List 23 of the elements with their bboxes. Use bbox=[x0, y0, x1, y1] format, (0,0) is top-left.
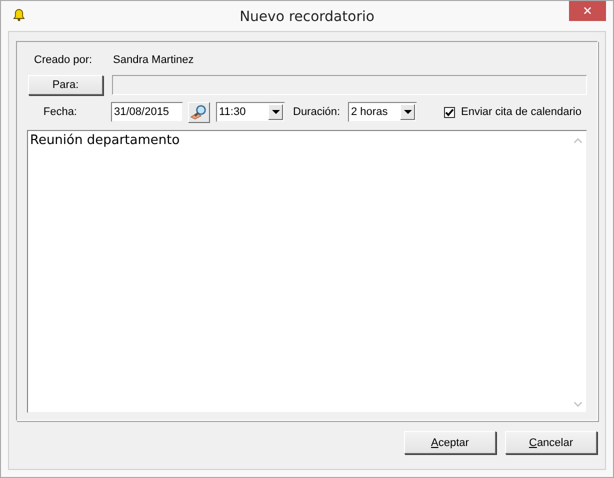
bell-icon bbox=[12, 8, 26, 22]
date-field[interactable]: 31/08/2015 bbox=[111, 102, 183, 122]
dialog-button[interactable]: Aceptar bbox=[404, 431, 496, 454]
created-by-value: Sandra Martinez bbox=[113, 54, 194, 66]
scroll-down-icon[interactable] bbox=[574, 402, 582, 407]
close-button[interactable]: ✕ bbox=[569, 1, 606, 21]
magnifier-icon bbox=[190, 104, 208, 120]
created-by-label: Creado por: bbox=[34, 54, 94, 66]
message-text-area[interactable]: Reunión departamento bbox=[27, 130, 587, 413]
calendar-checkbox[interactable] bbox=[444, 106, 455, 118]
date-label: Fecha: bbox=[42, 106, 77, 118]
to-button[interactable]: Para: bbox=[28, 74, 103, 94]
dropdown-arrow-icon bbox=[272, 110, 280, 114]
scroll-up-icon[interactable] bbox=[574, 138, 582, 143]
duration-label: Duración: bbox=[293, 106, 342, 118]
window-title: Nuevo recordatorio bbox=[240, 8, 374, 25]
time-dropdown[interactable]: 11:30 bbox=[216, 102, 285, 122]
calendar-button[interactable] bbox=[188, 102, 210, 122]
duration-dropdown[interactable]: 2 horas bbox=[348, 102, 417, 122]
dialog-button[interactable]: Cancelar bbox=[505, 431, 597, 454]
recipients-field[interactable] bbox=[112, 74, 587, 94]
dropdown-arrow-icon bbox=[404, 110, 412, 114]
calendar-checkbox-label[interactable]: Enviar cita de calendario bbox=[461, 106, 582, 118]
